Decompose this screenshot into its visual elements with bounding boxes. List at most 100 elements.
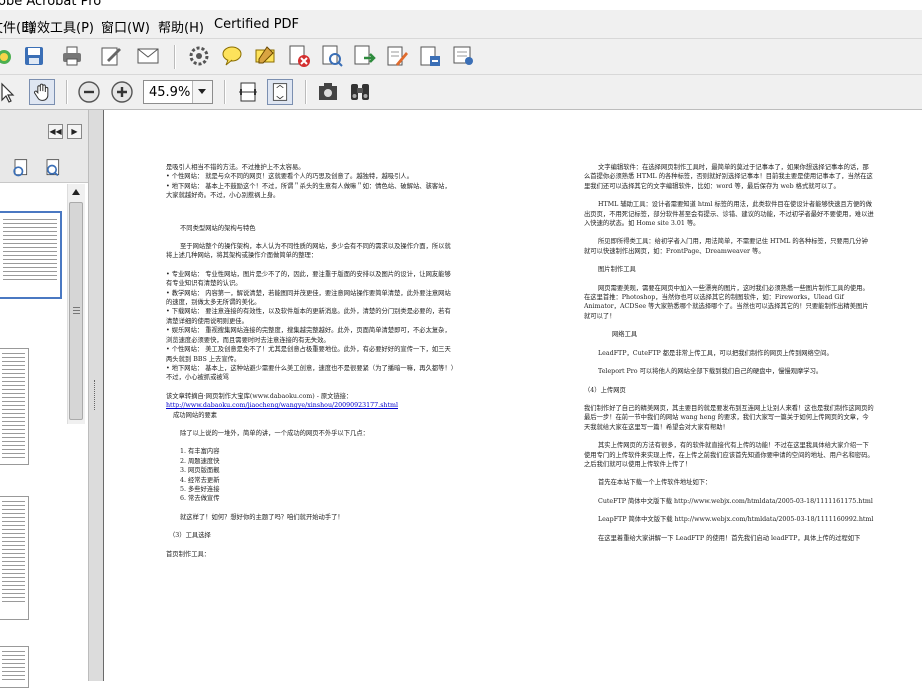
paragraph: Teleport Pro 可以将他人的网站全部下载到我们自己的硬盘中，慢慢观摩学…	[598, 368, 823, 376]
paragraph: 除了以上说的一堆外，简单的讲，一个成功的网页不外乎以下几点：	[180, 429, 369, 437]
fit-width-icon[interactable]	[236, 80, 260, 104]
section-heading: 不同类型网站的架构与特色	[180, 224, 256, 232]
create-pdf-icon[interactable]	[0, 44, 16, 68]
settings-icon[interactable]	[187, 44, 211, 68]
binoculars-icon[interactable]	[348, 80, 372, 104]
fit-page-button[interactable]	[267, 79, 293, 105]
zoom-level-field[interactable]: 45.9%	[143, 80, 213, 104]
navigation-toolbar: 45.9%	[0, 75, 922, 110]
paragraph: 网页需要美观，需要在网页中加入一些漂亮的图片，这时我们必须熟悉一些图片制作工具的…	[584, 284, 869, 320]
expand-arrow-icon: ▶	[71, 127, 78, 136]
secure-icon[interactable]	[451, 44, 475, 68]
pages-panel: ◀◀ ▶	[0, 110, 88, 688]
toolbar-separator	[66, 80, 68, 104]
paragraph: 就这样了！如何？想好你的主题了吗？咱们就开始动手了！	[180, 513, 344, 521]
print-icon[interactable]	[60, 44, 84, 68]
section-heading: 成功网站的要素	[173, 411, 218, 419]
menu-window[interactable]: 窗口(W)	[101, 17, 150, 36]
paragraph: 首页制作工具：	[166, 550, 211, 558]
scroll-up-icon[interactable]	[72, 189, 80, 195]
list-item: 6. 常去做宣传	[180, 495, 220, 503]
toolbar-separator	[224, 80, 226, 104]
search-document-icon[interactable]	[320, 44, 344, 68]
thumbnails-scrollbar[interactable]	[67, 184, 85, 424]
page-thumbnail[interactable]	[0, 496, 29, 620]
download-line: LeapFTP 简体中文版下载 http://www.webjx.com/htm…	[598, 516, 874, 524]
menu-plugins[interactable]: 增效工具(P)	[24, 17, 94, 36]
paragraph: • 个性网站： 就是与众不同的网页！这就要看个人的巧思及创意了。越独特，越吸引人…	[166, 173, 413, 181]
list-item: 5. 多些好连接	[180, 485, 220, 493]
panel-collapse-button[interactable]: ◀◀	[48, 124, 63, 139]
highlight-icon[interactable]	[253, 44, 277, 68]
paragraph: • 地下网站： 基本上不鼓励这个！不过，所谓＂杀头的生意有人做嘛＂如：情色站、破…	[166, 182, 451, 200]
paragraph: • 下载网站： 要注意连接的有效性，以及软件版本的更新消息。此外，清楚的分门别类…	[166, 308, 451, 325]
collapse-arrows-icon: ◀◀	[49, 127, 62, 136]
paragraph: LeadFTP，CuteFTP 都是非常上传工具，可以把我们制作的网页上传到网络…	[598, 349, 833, 357]
delete-pdf-icon[interactable]	[287, 44, 311, 68]
paragraph: HTML 辅助工具：设计者需要知道 html 标签的用法，此类软件目在使设计者能…	[584, 201, 874, 228]
menu-help[interactable]: 帮助(H)	[158, 17, 204, 36]
panel-splitter[interactable]	[88, 110, 104, 681]
paragraph: 我们制作好了自己的精美网页，其主要目的就是要发布到互连网上让别人来看！这也是我们…	[584, 404, 874, 431]
text-column-right: 文字编辑软件：在选择网页制作工具时，最简单的莫过于记事本了，如果你想选择记事本的…	[584, 163, 874, 543]
paragraph: • 专业网站： 专业性网站，图片是少不了的，因此，要注重于版面的安排以及图片的设…	[166, 270, 451, 288]
section-heading: 图片制作工具	[598, 266, 636, 274]
edit-form-icon[interactable]	[385, 44, 409, 68]
section-heading: （4）上传网页	[584, 386, 626, 394]
paragraph: 在这里着重给大家讲解一下 LeadFTP 的使用！首先我们启动 leadFTP，…	[598, 534, 861, 542]
fit-page-icon	[272, 83, 288, 101]
toolbar-separator	[305, 80, 307, 104]
paragraph: • 教学网站： 内容第一，解说清楚，若能图同并茂更佳，要注意网站操作要简单清楚，…	[166, 289, 451, 307]
paragraph: • 地下网站： 基本上，这种站避少需要什么美工创意，速度也不是很要紧（为了播暗一…	[166, 364, 454, 382]
source-note: 该文章转摘自·网页制作大宝库(www.dabaoku.com) - 原文链接：	[166, 392, 353, 400]
comment-icon[interactable]	[220, 44, 244, 68]
menu-bar: 文件(E) 增效工具(P) 窗口(W) 帮助(H) Certified PDF	[0, 10, 922, 39]
snapshot-icon[interactable]	[316, 80, 340, 104]
source-link[interactable]: http://www.dabaoku.com/jiaocheng/wangye/…	[166, 401, 456, 410]
paragraph: 其实上传网页的方法有很多，有的软件就直接代有上传的功能！不过在这里我具体给大家介…	[584, 442, 874, 468]
paragraph: 首先在本站下载一个上传软件地址如下：	[598, 479, 712, 487]
list-item: 2. 周题速度快	[180, 457, 220, 465]
paragraph: • 个性网站： 美工及创意是免不了！尤其是创意占极重要地位。此外，有必要好好的宣…	[166, 346, 451, 363]
paragraph: 是吸引人相当不错的方法。不过推护上不太容易。	[166, 164, 305, 171]
zoom-in-icon[interactable]	[110, 80, 134, 104]
menu-certified-pdf[interactable]: Certified PDF	[214, 17, 299, 32]
email-icon[interactable]	[136, 44, 160, 68]
attach-icon[interactable]	[418, 44, 442, 68]
page-options-icon[interactable]	[10, 158, 30, 178]
section-heading: 网络工具	[612, 331, 638, 339]
main-toolbar	[0, 39, 922, 75]
pages-panel-header: ◀◀ ▶	[0, 110, 88, 153]
paragraph: 至于网站整个的操作架构，本人认为不同性质的网站，多少会有不同的需求以及操作介面，…	[166, 243, 451, 260]
list-item: 1. 有丰富内容	[180, 448, 220, 456]
sign-icon[interactable]	[99, 44, 123, 68]
hand-icon	[33, 83, 49, 101]
panel-expand-button[interactable]: ▶	[67, 124, 82, 139]
toolbar-separator	[174, 45, 176, 69]
page-thumbnail-selected[interactable]	[0, 211, 62, 299]
zoom-level-value: 45.9%	[149, 85, 191, 100]
chevron-down-icon	[198, 89, 206, 94]
list-item: 3. 网页版面靓	[180, 467, 220, 475]
paragraph: • 娱乐网站： 重视搜集网站连接的完整度，搜集越完整越好。此外，页面简单清楚即可…	[166, 327, 451, 344]
hand-tool-button[interactable]	[29, 79, 55, 105]
page-thumbnail[interactable]	[0, 646, 29, 688]
paragraph: 所见即所得类工具：给初学者入门用，用法简单，不需要记住 HTML 的各种标签，只…	[584, 238, 868, 255]
zoom-out-icon[interactable]	[77, 80, 101, 104]
export-icon[interactable]	[352, 44, 376, 68]
window-title: obe Acrobat Pro	[0, 0, 102, 9]
section-heading: （3）工具选择	[169, 532, 211, 540]
text-column-left: 是吸引人相当不错的方法。不过推护上不太容易。 • 个性网站： 就是与众不同的网页…	[166, 163, 456, 559]
zoom-dropdown-button[interactable]	[192, 81, 212, 103]
paragraph: 文字编辑软件：在选择网页制作工具时，最简单的莫过于记事本了，如果你想选择记事本的…	[584, 164, 873, 190]
title-bar: obe Acrobat Pro	[0, 0, 922, 10]
save-icon[interactable]	[22, 44, 46, 68]
scrollbar-thumb[interactable]	[69, 202, 83, 420]
select-tool-icon[interactable]	[0, 80, 18, 104]
page-thumbnail[interactable]	[0, 348, 29, 465]
download-line: CuteFTP 简体中文版下载 http://www.webjx.com/htm…	[598, 497, 873, 505]
pages-panel-tools	[0, 152, 88, 183]
document-view[interactable]: 是吸引人相当不错的方法。不过推护上不太容易。 • 个性网站： 就是与众不同的网页…	[104, 110, 922, 681]
page-properties-icon[interactable]	[42, 158, 62, 178]
list-item: 4. 经常去更新	[180, 476, 220, 484]
